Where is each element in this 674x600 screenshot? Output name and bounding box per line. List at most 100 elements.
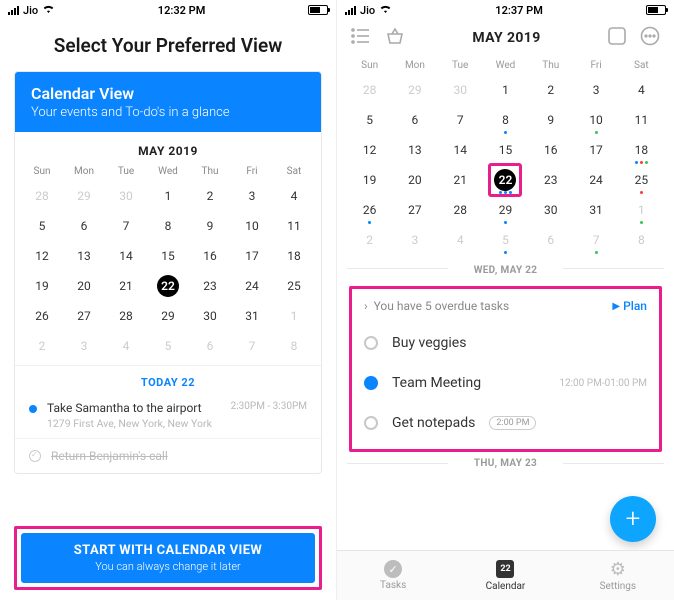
basket-icon[interactable] xyxy=(385,27,405,49)
calendar-day[interactable]: 14 xyxy=(105,241,147,271)
more-icon[interactable] xyxy=(640,26,660,50)
calendar-day[interactable]: 14 xyxy=(438,135,483,165)
calendar-day[interactable]: 8 xyxy=(273,331,315,361)
calendar-day[interactable]: 30 xyxy=(105,181,147,211)
task-row[interactable]: Get notepads2:00 PM xyxy=(358,403,653,443)
calendar-day[interactable]: 11 xyxy=(273,211,315,241)
calendar-day[interactable]: 22 xyxy=(147,271,189,301)
calendar-day[interactable]: 30 xyxy=(189,301,231,331)
calendar-day[interactable]: 2 xyxy=(189,181,231,211)
calendar-day[interactable]: 30 xyxy=(528,195,573,225)
calendar-day[interactable]: 23 xyxy=(528,165,573,195)
plan-button[interactable]: ▶Plan xyxy=(612,299,647,313)
calendar-day[interactable]: 8 xyxy=(483,105,528,135)
calendar-day[interactable]: 10 xyxy=(573,105,618,135)
calendar-day[interactable]: 7 xyxy=(573,225,618,255)
calendar-day[interactable]: 26 xyxy=(21,301,63,331)
completed-task-row[interactable]: Return Benjamin's call xyxy=(15,438,321,473)
calendar-day[interactable]: 25 xyxy=(273,271,315,301)
calendar-day[interactable]: 24 xyxy=(231,271,273,301)
calendar-day[interactable]: 8 xyxy=(147,211,189,241)
overdue-summary-row[interactable]: › You have 5 overdue tasks ▶Plan xyxy=(358,297,653,323)
calendar-day[interactable]: 27 xyxy=(63,301,105,331)
calendar-day[interactable]: 5 xyxy=(21,211,63,241)
calendar-day[interactable]: 20 xyxy=(63,271,105,301)
calendar-day[interactable]: 7 xyxy=(231,331,273,361)
tab-calendar[interactable]: 22 Calendar xyxy=(449,551,561,600)
calendar-day[interactable]: 4 xyxy=(273,181,315,211)
calendar-day[interactable]: 29 xyxy=(392,75,437,105)
calendar-day[interactable]: 30 xyxy=(438,75,483,105)
calendar-day[interactable]: 29 xyxy=(483,195,528,225)
tab-settings[interactable]: ⚙ Settings xyxy=(562,551,674,600)
calendar-day[interactable]: 7 xyxy=(438,105,483,135)
calendar-day[interactable]: 1 xyxy=(147,181,189,211)
calendar-day[interactable]: 12 xyxy=(21,241,63,271)
calendar-day[interactable]: 9 xyxy=(528,105,573,135)
calendar-day[interactable]: 25 xyxy=(619,165,664,195)
calendar-day[interactable]: 19 xyxy=(347,165,392,195)
calendar-view-card[interactable]: Calendar View Your events and To-do's in… xyxy=(14,71,322,474)
calendar-day[interactable]: 12 xyxy=(347,135,392,165)
calendar-day[interactable]: 1 xyxy=(483,75,528,105)
calendar-day[interactable]: 8 xyxy=(619,225,664,255)
calendar-day[interactable]: 7 xyxy=(105,211,147,241)
calendar-day[interactable]: 17 xyxy=(231,241,273,271)
calendar-day[interactable]: 29 xyxy=(63,181,105,211)
calendar-day[interactable]: 28 xyxy=(21,181,63,211)
calendar-day[interactable]: 23 xyxy=(189,271,231,301)
calendar-day[interactable]: 4 xyxy=(438,225,483,255)
calendar-day[interactable]: 5 xyxy=(147,331,189,361)
calendar-day[interactable]: 19 xyxy=(21,271,63,301)
calendar-day[interactable]: 28 xyxy=(105,301,147,331)
calendar-day[interactable]: 3 xyxy=(63,331,105,361)
calendar-day[interactable]: 9 xyxy=(189,211,231,241)
calendar-day[interactable]: 4 xyxy=(619,75,664,105)
calendar-day[interactable]: 15 xyxy=(147,241,189,271)
task-circle-icon[interactable] xyxy=(364,336,378,350)
calendar-day[interactable]: 28 xyxy=(347,75,392,105)
calendar-day[interactable]: 16 xyxy=(528,135,573,165)
calendar-day[interactable]: 31 xyxy=(231,301,273,331)
calendar-day[interactable]: 10 xyxy=(231,211,273,241)
calendar-day[interactable]: 1 xyxy=(273,301,315,331)
calendar-day[interactable]: 6 xyxy=(392,105,437,135)
calendar-day[interactable]: 2 xyxy=(347,225,392,255)
calendar-day[interactable]: 13 xyxy=(63,241,105,271)
task-circle-icon[interactable] xyxy=(364,376,378,390)
calendar-day[interactable]: 31 xyxy=(573,195,618,225)
calendar-day[interactable]: 20 xyxy=(392,165,437,195)
list-icon[interactable] xyxy=(351,28,371,48)
calendar-day[interactable]: 5 xyxy=(347,105,392,135)
calendar-day[interactable]: 3 xyxy=(392,225,437,255)
calendar-day[interactable]: 15 xyxy=(483,135,528,165)
task-row[interactable]: Team Meeting12:00 PM-01:00 PM xyxy=(358,363,653,403)
event-row[interactable]: Take Samantha to the airport 1279 First … xyxy=(15,397,321,438)
calendar-day[interactable]: 3 xyxy=(231,181,273,211)
calendar-day[interactable]: 2 xyxy=(21,331,63,361)
tab-tasks[interactable]: ✓ Tasks xyxy=(337,551,449,600)
calendar-day[interactable]: 5 xyxy=(483,225,528,255)
calendar-day[interactable]: 3 xyxy=(573,75,618,105)
calendar-day[interactable]: 18 xyxy=(619,135,664,165)
calendar-day[interactable]: 28 xyxy=(438,195,483,225)
add-fab-button[interactable]: + xyxy=(610,496,656,542)
calendar-day[interactable]: 4 xyxy=(105,331,147,361)
calendar-day[interactable]: 22 xyxy=(483,165,528,195)
calendar-day[interactable]: 6 xyxy=(189,331,231,361)
calendar-day[interactable]: 2 xyxy=(528,75,573,105)
calendar-day[interactable]: 27 xyxy=(392,195,437,225)
month-label[interactable]: MAY 2019 xyxy=(405,30,608,46)
calendar-day[interactable]: 13 xyxy=(392,135,437,165)
calendar-day[interactable]: 11 xyxy=(619,105,664,135)
calendar-day[interactable]: 6 xyxy=(528,225,573,255)
start-calendar-view-button[interactable]: START WITH CALENDAR VIEW You can always … xyxy=(21,533,315,583)
calendar-day[interactable]: 17 xyxy=(573,135,618,165)
calendar-day[interactable]: 16 xyxy=(189,241,231,271)
calendar-day[interactable]: 18 xyxy=(273,241,315,271)
calendar-day[interactable]: 21 xyxy=(438,165,483,195)
task-circle-icon[interactable] xyxy=(364,416,378,430)
calendar-day[interactable]: 26 xyxy=(347,195,392,225)
calendar-day[interactable]: 1 xyxy=(619,195,664,225)
calendar-day[interactable]: 21 xyxy=(105,271,147,301)
